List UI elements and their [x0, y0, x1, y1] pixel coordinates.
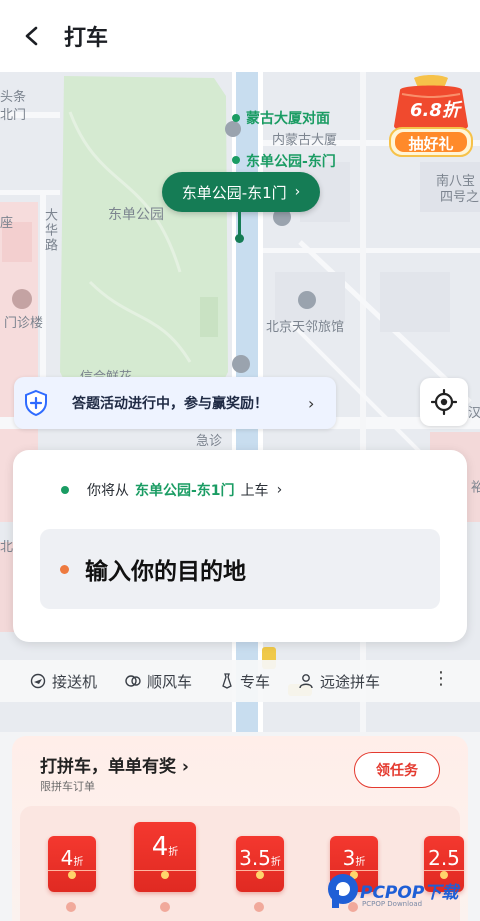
pickup-prefix: 你将从 — [87, 483, 129, 499]
chevron-right-icon: › — [181, 757, 189, 777]
service-longtrip[interactable]: 远途拼车 — [298, 671, 380, 692]
tie-icon — [222, 673, 232, 689]
map-label-yu: 裕 — [468, 480, 480, 495]
service-label: 顺风车 — [147, 672, 193, 691]
progress-dot — [160, 902, 170, 912]
envelope-value: 3.5折 — [239, 846, 281, 870]
watermark-sub: PCPOP Download — [362, 900, 423, 908]
map-label-park: 东单公园 — [108, 207, 164, 223]
envelope-value: 4折 — [60, 846, 84, 870]
promo-title-row[interactable]: 打拼车，单单有奖 › — [40, 752, 189, 777]
back-arrow-icon — [25, 26, 38, 46]
map-label-men: 门诊楼 — [4, 316, 44, 331]
chevron-right-icon: › — [294, 184, 301, 200]
map-label-hua: 大华路 — [42, 208, 57, 253]
service-premium[interactable]: 专车 — [220, 671, 270, 692]
get-task-button[interactable]: 领任务 — [354, 752, 440, 788]
map-label-tl: 头条 — [0, 90, 27, 105]
promo-discount: 6.8折 — [410, 100, 460, 121]
progress-dot — [66, 902, 76, 912]
service-label: 接送机 — [52, 672, 98, 691]
pickup-pin-bubble[interactable]: 东单公园-东1门 › — [162, 172, 320, 212]
more-icon[interactable]: ⋮ — [432, 670, 450, 688]
red-envelope[interactable]: 4折 — [48, 836, 96, 892]
shield-plus-icon — [14, 377, 58, 429]
envelope-value: 4折 — [151, 832, 179, 862]
promo-subtitle: 限拼车订单 — [40, 780, 95, 793]
red-envelope[interactable]: 4折 — [134, 822, 196, 892]
service-label: 专车 — [240, 672, 271, 691]
chevron-right-icon: › — [276, 482, 283, 498]
page-title: 打车 — [64, 26, 109, 51]
service-tabs: 接送机 顺风车 专车 远途拼车 ⋮ — [0, 660, 480, 702]
map-label-zuo: 座 — [0, 216, 14, 231]
map-label-nan2: 四号之 — [440, 190, 480, 205]
envelope-value: 3折 — [342, 846, 366, 870]
pcpop-watermark: PCPOP下载 PCPOP Download — [326, 870, 476, 916]
trip-card: 你将从 东单公园-东1门 上车 › 输入你的目的地 — [13, 450, 467, 642]
locate-button[interactable] — [420, 378, 468, 426]
pickup-row[interactable]: 你将从 东单公园-东1门 上车 › — [61, 480, 282, 500]
pickup-dot — [61, 486, 69, 494]
poi-dot — [232, 156, 240, 164]
map-label-poi1-sub: 内蒙古大厦 — [272, 133, 338, 148]
quiz-banner-text: 答题活动进行中，参与赢奖励！ — [72, 396, 268, 412]
promo-title: 打拼车，单单有奖 — [40, 757, 176, 777]
pcpop-logo-icon — [328, 874, 358, 908]
map-label-hotel: 北京天邻旅馆 — [266, 320, 345, 335]
map-label-poi2[interactable]: 东单公园-东门 — [246, 151, 336, 171]
map-label-poi1[interactable]: 蒙古大厦对面 — [246, 108, 330, 128]
destination-placeholder: 输入你的目的地 — [85, 559, 246, 585]
crosshair-icon — [431, 389, 457, 415]
envelope-value: 2.5 — [428, 846, 460, 870]
poi-dot — [232, 114, 240, 122]
back-button[interactable] — [0, 0, 64, 72]
service-hitch[interactable]: 顺风车 — [125, 671, 192, 692]
map-label-bei: 北 — [0, 540, 14, 555]
map-label-ji: 急诊 — [196, 434, 223, 449]
chevron-right-icon: › — [308, 393, 315, 413]
map-label-tl2: 北门 — [0, 108, 27, 123]
top-bar: 打车 — [0, 0, 480, 72]
pickup-pin-label: 东单公园-东1门 — [181, 183, 287, 202]
pickup-place: 东单公园-东1门 — [135, 483, 235, 499]
car-share-icon — [125, 675, 141, 687]
promo-cta: 抽好礼 — [408, 135, 454, 153]
quiz-banner[interactable]: 答题活动进行中，参与赢奖励！ › — [14, 377, 336, 429]
red-envelope[interactable]: 3.5折 — [236, 836, 284, 892]
destination-dot — [60, 564, 69, 574]
service-airport[interactable]: 接送机 — [30, 671, 97, 692]
destination-input[interactable]: 输入你的目的地 — [40, 529, 440, 609]
airplane-icon — [30, 673, 46, 689]
promo-gift-badge[interactable]: 6.8折 抽好礼 — [386, 74, 476, 160]
service-label: 远途拼车 — [320, 672, 381, 691]
pickup-suffix: 上车 — [240, 483, 269, 499]
map-label-han: 汉 — [468, 406, 480, 421]
pickup-pin-dot — [235, 234, 244, 243]
progress-dot — [254, 902, 264, 912]
carpool-icon — [299, 674, 313, 689]
